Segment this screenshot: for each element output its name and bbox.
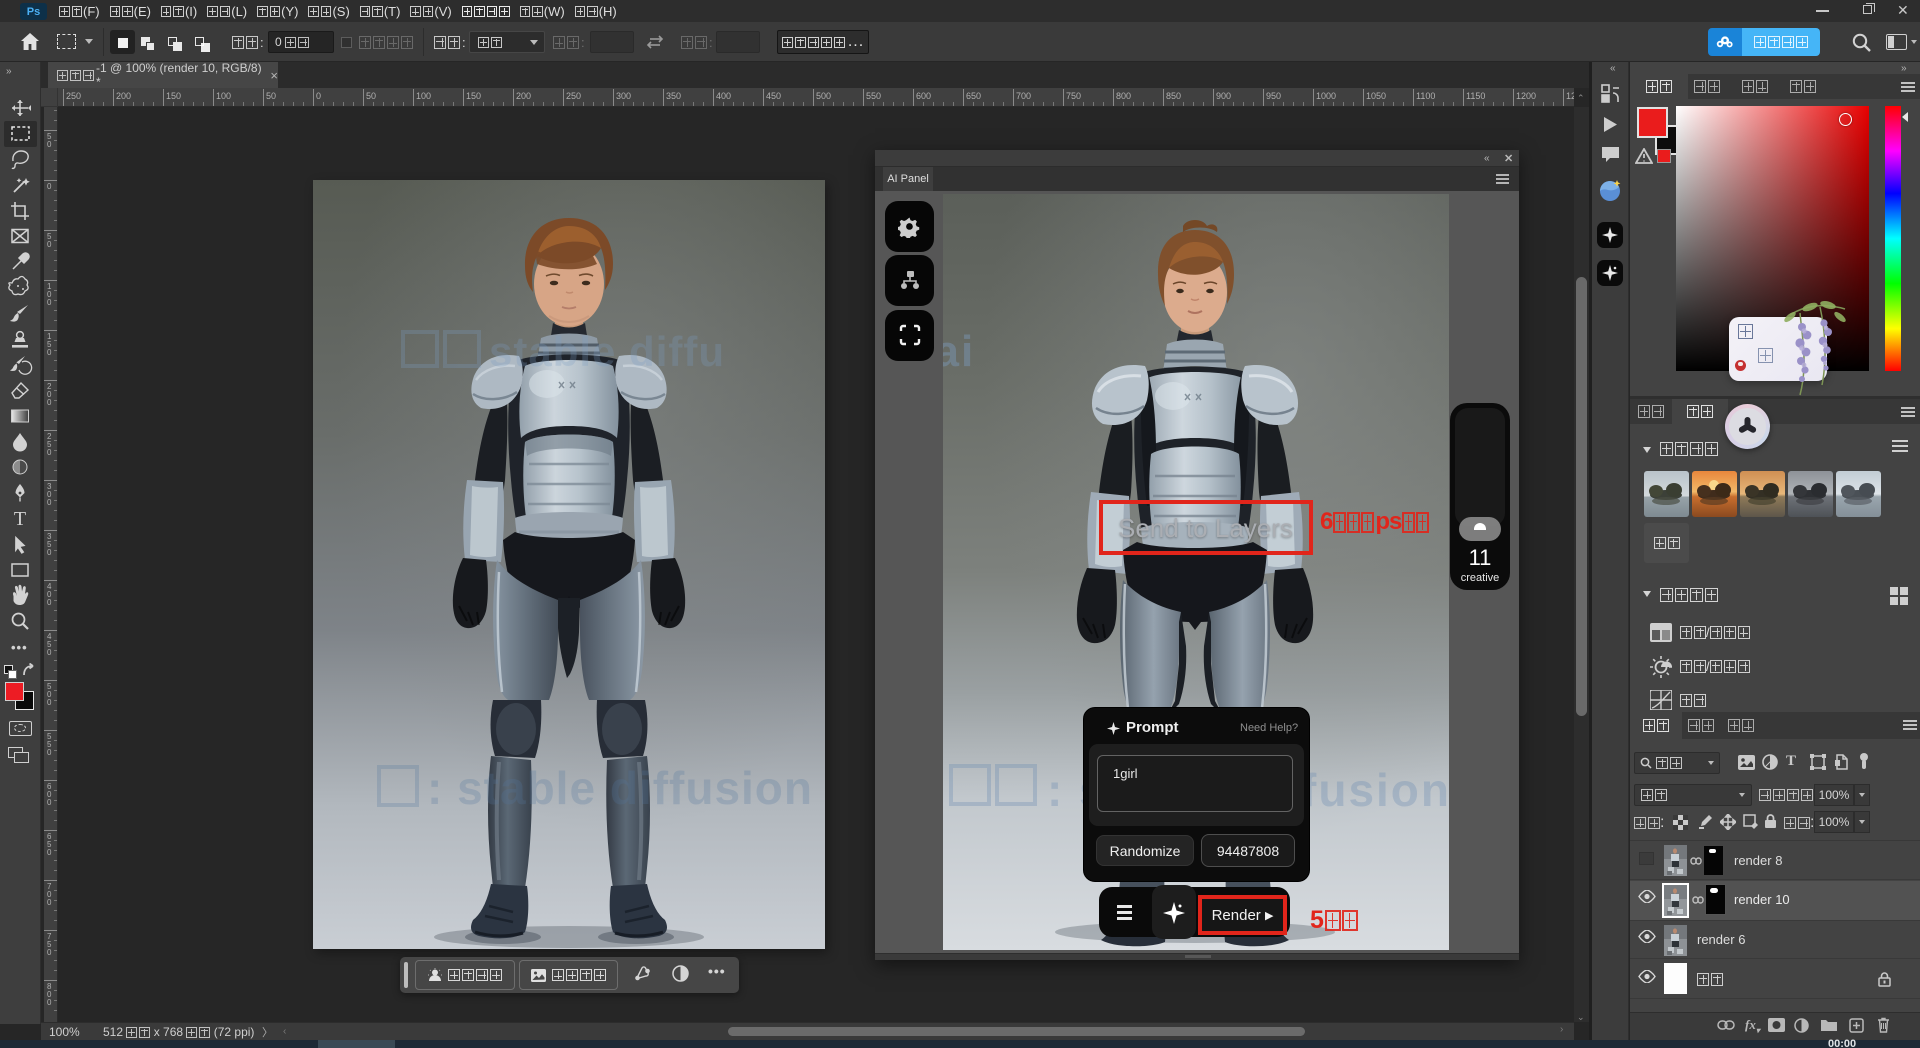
- svg-text:: stable diffusion: : stable diffusion: [427, 762, 813, 814]
- svg-text:T: T: [14, 508, 26, 530]
- svg-text:usion ai: usion ai: [943, 327, 975, 376]
- svg-text:stable diffu: stable diffu: [489, 328, 725, 375]
